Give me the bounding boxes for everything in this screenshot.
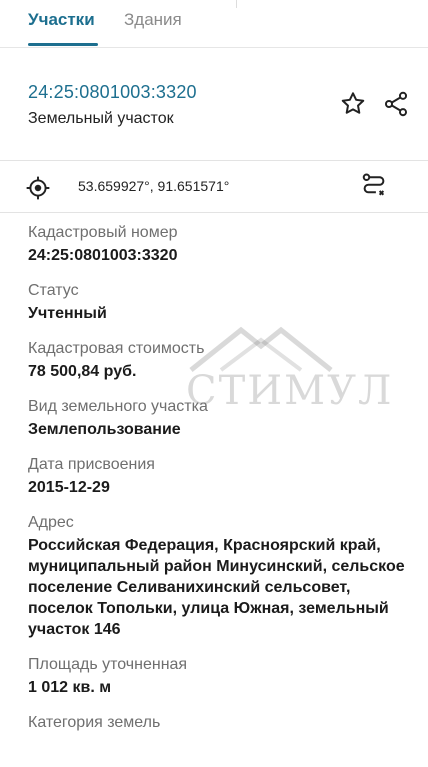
favorite-button[interactable] <box>337 88 369 120</box>
details-list: Кадастровый номер 24:25:0801003:3320 Ста… <box>28 222 408 748</box>
tab-bar: Участки Здания <box>0 0 428 48</box>
field-assign-date: Дата присвоения 2015-12-29 <box>28 454 408 498</box>
object-type: Земельный участок <box>28 110 174 127</box>
field-label: Статус <box>28 282 79 299</box>
route-icon <box>362 173 385 196</box>
coordinates-row: 53.659927°, 91.651571° <box>0 166 428 210</box>
field-label: Категория земель <box>28 714 161 731</box>
field-value: 24:25:0801003:3320 <box>28 247 178 264</box>
header-divider <box>0 160 428 161</box>
land-plot-card: Участки Здания 24:25:0801003:3320 Земель… <box>0 0 428 767</box>
field-label: Кадастровая стоимость <box>28 340 205 357</box>
field-value: 78 500,84 руб. <box>28 363 137 380</box>
field-area: Площадь уточненная 1 012 кв. м <box>28 654 408 698</box>
field-label: Площадь уточненная <box>28 656 188 673</box>
route-button[interactable] <box>358 170 390 202</box>
field-value: Учтенный <box>28 305 107 322</box>
field-status: Статус Учтенный <box>28 280 408 324</box>
field-value: Российская Федерация, Красноярский край,… <box>28 537 405 638</box>
field-land-category: Категория земель <box>28 712 408 734</box>
cadastral-number-link[interactable]: 24:25:0801003:3320 <box>28 82 197 103</box>
field-cadastral-number: Кадастровый номер 24:25:0801003:3320 <box>28 222 408 266</box>
active-tab-indicator <box>28 43 98 46</box>
field-plot-kind: Вид земельного участка Землепользование <box>28 396 408 440</box>
share-icon <box>384 91 408 117</box>
field-label: Вид земельного участка <box>28 398 208 415</box>
field-value: 2015-12-29 <box>28 479 110 496</box>
field-address: Адрес Российская Федерация, Красноярский… <box>28 512 408 640</box>
star-outline-icon <box>341 92 365 114</box>
crosshair-icon <box>26 176 50 200</box>
field-value: 1 012 кв. м <box>28 679 112 696</box>
coordinates-text: 53.659927°, 91.651571° <box>78 178 230 194</box>
locate-button[interactable] <box>22 172 54 204</box>
share-button[interactable] <box>380 88 412 120</box>
field-label: Кадастровый номер <box>28 224 178 241</box>
tab-buildings[interactable]: Здания <box>124 10 182 30</box>
field-value: Землепользование <box>28 421 181 438</box>
tab-plots[interactable]: Участки <box>28 10 95 30</box>
coordinates-divider <box>0 212 428 213</box>
field-label: Дата присвоения <box>28 456 155 473</box>
object-header: 24:25:0801003:3320 Земельный участок <box>0 66 428 156</box>
field-label: Адрес <box>28 514 74 531</box>
tab-bar-edge <box>236 0 237 8</box>
field-cadastral-value: Кадастровая стоимость 78 500,84 руб. <box>28 338 408 382</box>
